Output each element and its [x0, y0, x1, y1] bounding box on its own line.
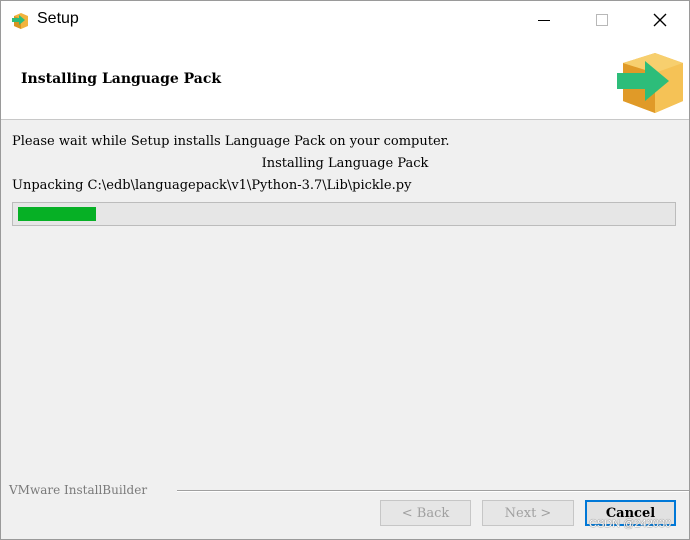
window-title: Setup [37, 10, 79, 27]
maximize-button[interactable] [573, 1, 631, 39]
wait-message: Please wait while Setup installs Languag… [12, 134, 450, 149]
page-title: Installing Language Pack [21, 71, 222, 87]
content-area: Please wait while Setup installs Languag… [1, 120, 689, 480]
maximize-icon [596, 14, 608, 26]
box-arrow-logo [617, 53, 683, 113]
title-bar[interactable]: Setup [1, 1, 689, 39]
setup-window: Setup Installing Language Pack Please wa… [0, 0, 690, 540]
minimize-button[interactable] [515, 1, 573, 39]
wizard-header: Installing Language Pack [1, 39, 689, 120]
close-button[interactable] [631, 1, 689, 39]
footer-divider [177, 490, 689, 492]
watermark: CSDN @242030 [589, 518, 672, 530]
progress-fill [18, 207, 96, 221]
status-title: Installing Language Pack [261, 156, 429, 171]
current-file-text: Unpacking C:\edb\languagepack\v1\Python-… [12, 178, 412, 193]
installer-brand: VMware InstallBuilder [9, 483, 148, 497]
back-button[interactable]: < Back [380, 500, 471, 526]
close-icon [653, 13, 667, 27]
next-button[interactable]: Next > [482, 500, 574, 526]
minimize-icon [538, 19, 550, 21]
setup-package-icon [12, 13, 28, 29]
progress-bar [12, 202, 676, 226]
